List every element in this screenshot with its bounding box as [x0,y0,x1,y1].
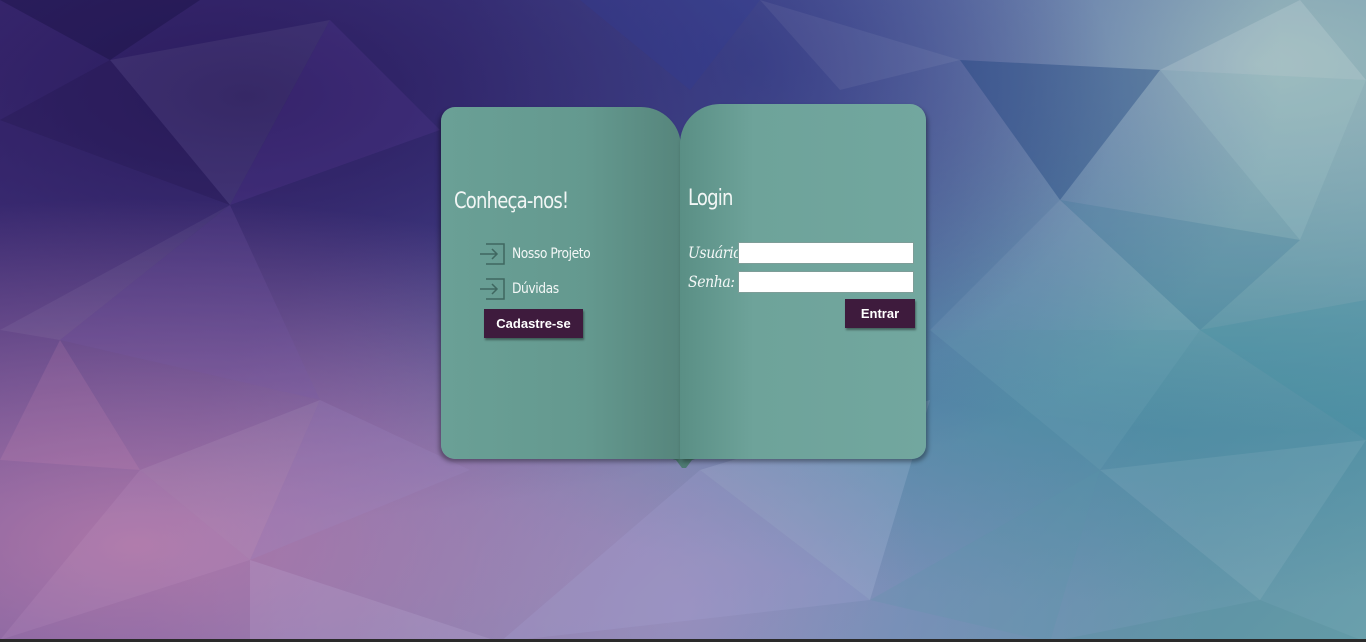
link-label: Dúvidas [512,281,559,297]
about-title: Conheça-nos! [454,189,569,214]
username-input[interactable] [738,242,914,264]
password-input[interactable] [738,271,914,293]
link-nosso-projeto[interactable]: Nosso Projeto [479,241,601,267]
left-page: Conheça-nos! Nosso Projeto Dúvidas Cadas… [441,107,681,459]
password-label: Senha: [688,272,735,291]
register-button[interactable]: Cadastre-se [484,309,583,338]
login-title: Login [688,186,733,211]
sign-in-arrow-icon [480,243,505,265]
sign-in-arrow-icon [480,278,505,300]
link-label: Nosso Projeto [512,246,591,262]
username-label: Usuário: [688,243,746,262]
book-panel: Conheça-nos! Nosso Projeto Dúvidas Cadas… [440,104,928,470]
login-button[interactable]: Entrar [845,299,915,328]
link-duvidas[interactable]: Dúvidas [479,276,565,302]
